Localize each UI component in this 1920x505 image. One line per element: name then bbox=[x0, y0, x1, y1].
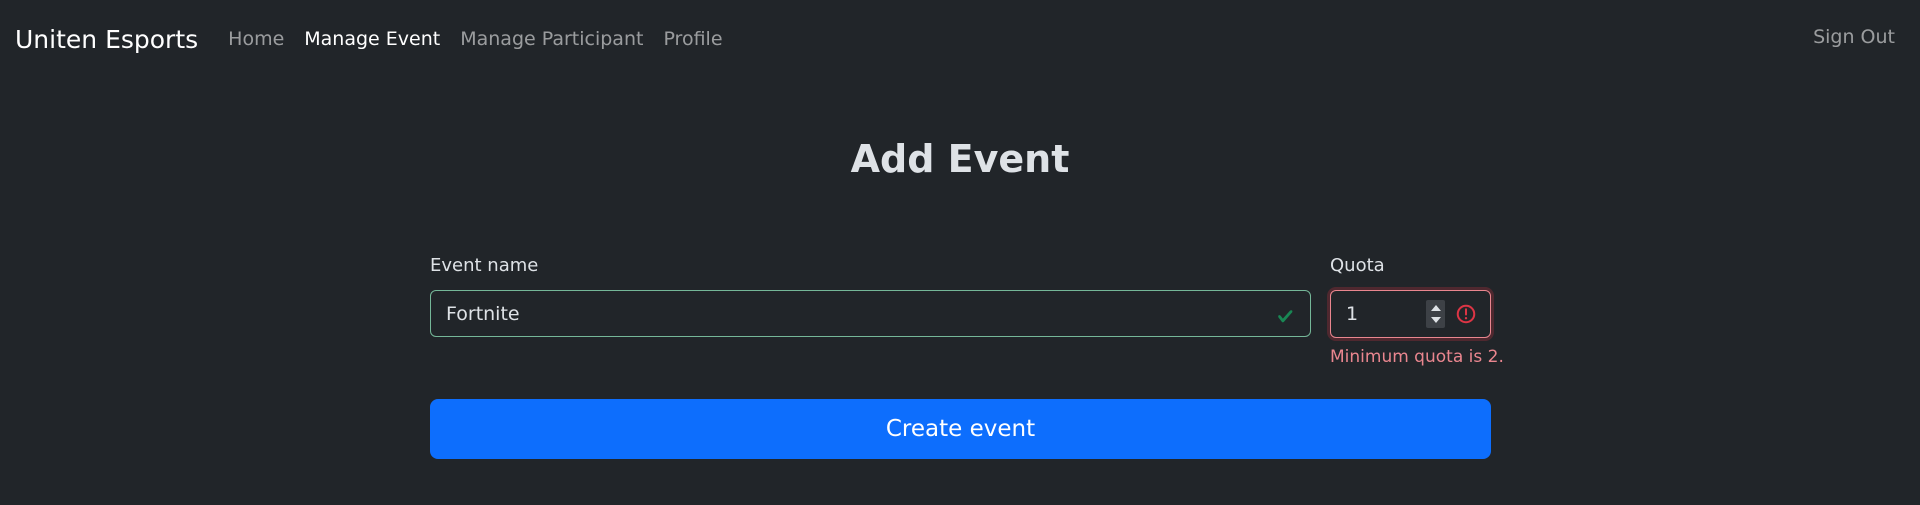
nav-link-manage-participant[interactable]: Manage Participant bbox=[460, 28, 643, 50]
quota-label: Quota bbox=[1330, 255, 1385, 276]
nav-link-profile[interactable]: Profile bbox=[663, 28, 722, 50]
nav-links: Home Manage Event Manage Participant Pro… bbox=[228, 28, 742, 50]
nav-link-home[interactable]: Home bbox=[228, 28, 284, 50]
check-icon bbox=[1278, 309, 1293, 322]
event-name-input[interactable] bbox=[431, 291, 1272, 336]
quota-field-wrapper bbox=[1330, 290, 1491, 338]
page-title: Add Event bbox=[850, 137, 1070, 181]
brand-link[interactable]: Uniten Esports bbox=[15, 25, 198, 54]
sign-out-link[interactable]: Sign Out bbox=[1813, 26, 1895, 48]
increment-arrow-icon[interactable] bbox=[1430, 305, 1441, 311]
quota-error-message: Minimum quota is 2. bbox=[1330, 347, 1504, 367]
quota-stepper[interactable] bbox=[1426, 300, 1445, 328]
exclamation-circle-icon bbox=[1456, 304, 1476, 324]
event-name-field-wrapper bbox=[430, 290, 1311, 337]
top-navbar: Uniten Esports Home Manage Event Manage … bbox=[0, 0, 1920, 78]
nav-link-manage-event[interactable]: Manage Event bbox=[304, 28, 440, 50]
create-event-button[interactable]: Create event bbox=[430, 399, 1491, 459]
quota-input[interactable] bbox=[1331, 291, 1426, 337]
decrement-arrow-icon[interactable] bbox=[1430, 317, 1441, 323]
event-name-label: Event name bbox=[430, 255, 539, 276]
